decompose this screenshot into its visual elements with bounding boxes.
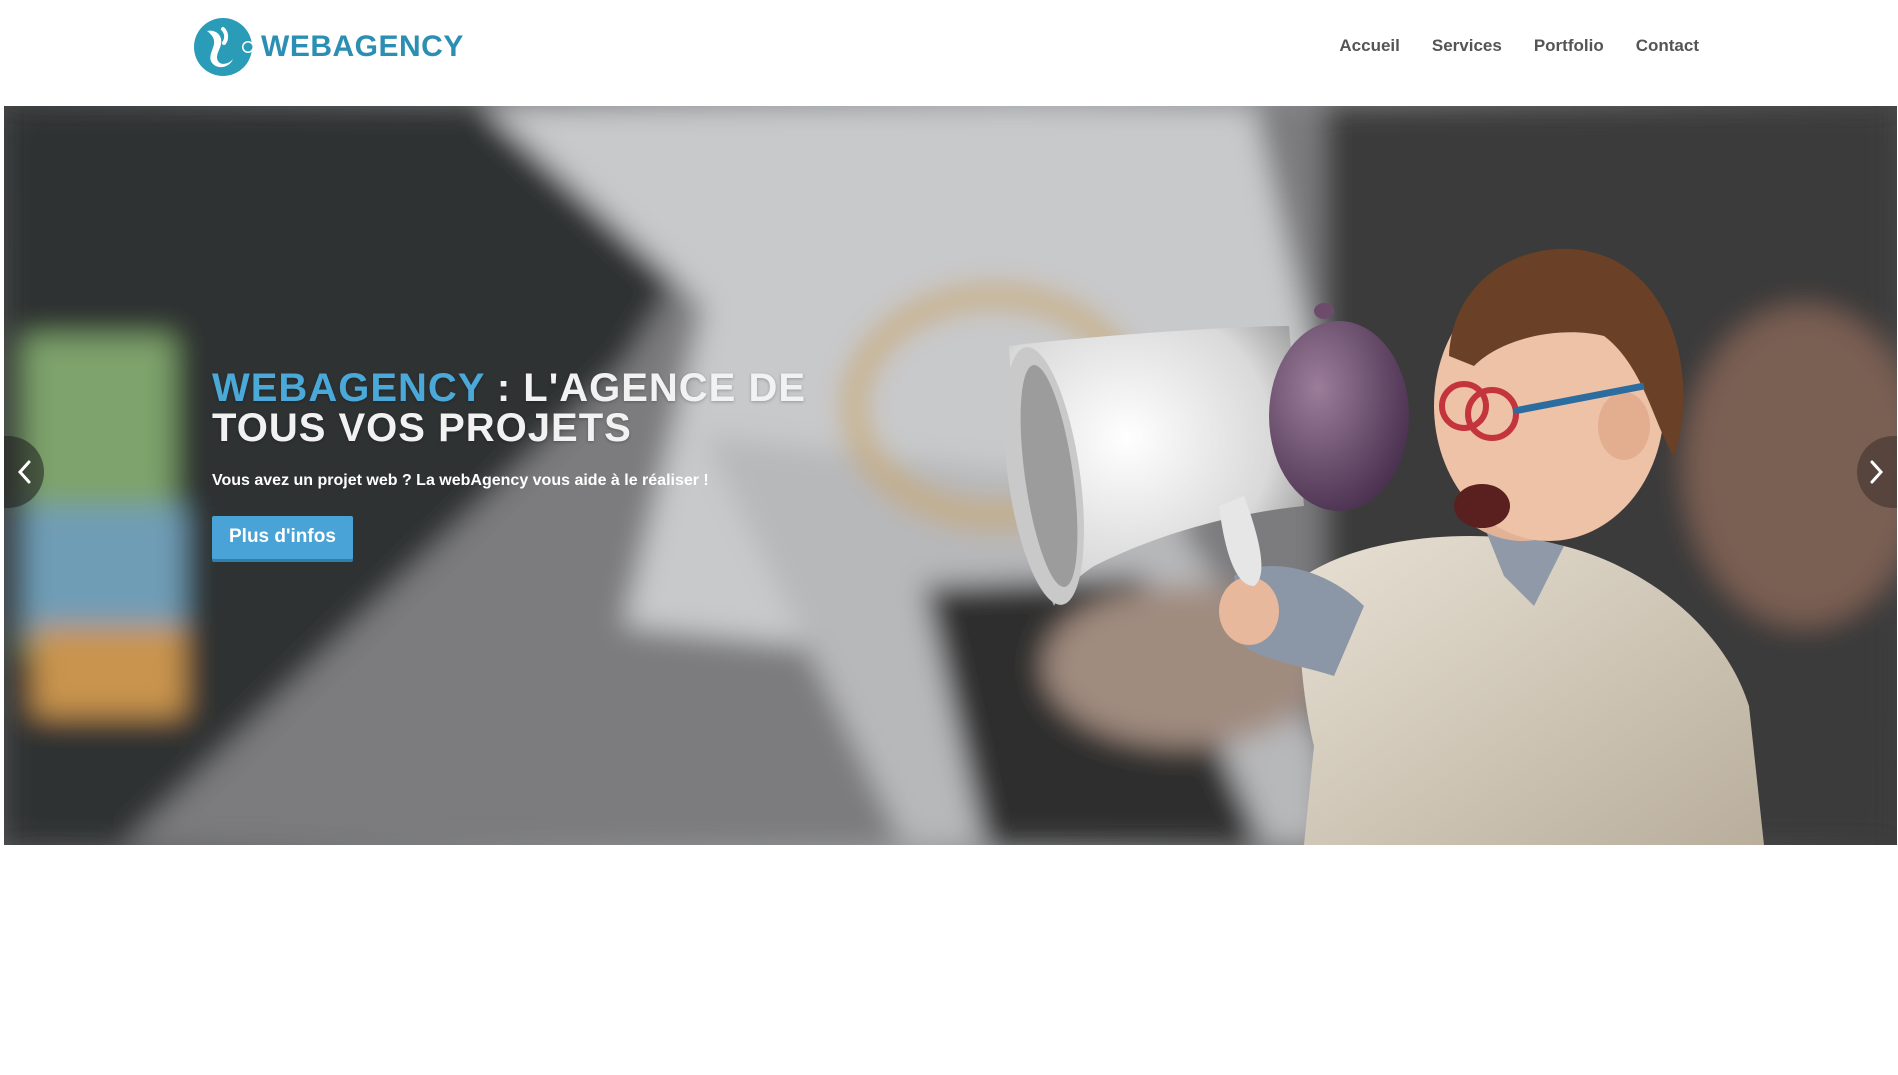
chevron-right-icon — [1870, 460, 1884, 484]
site-header: WEBAGENCY Accueil Services Portfolio Con… — [0, 0, 1898, 106]
more-info-button[interactable]: Plus d'infos — [212, 516, 353, 559]
hero-title: WEBAGENCY : L'AGENCE DE TOUS VOS PROJETS — [212, 368, 932, 448]
logo-icon — [194, 18, 253, 76]
hero-title-brand: WEBAGENCY — [212, 366, 485, 410]
hero-content: WEBAGENCY : L'AGENCE DE TOUS VOS PROJETS… — [212, 368, 932, 559]
nav-services[interactable]: Services — [1432, 36, 1502, 56]
chevron-left-icon — [17, 460, 31, 484]
hero-slider: WEBAGENCY : L'AGENCE DE TOUS VOS PROJETS… — [4, 106, 1897, 845]
hero-subtitle: Vous avez un projet web ? La webAgency v… — [212, 472, 709, 489]
nav-accueil[interactable]: Accueil — [1339, 36, 1399, 56]
logo[interactable]: WEBAGENCY — [193, 17, 464, 77]
nav-portfolio[interactable]: Portfolio — [1534, 36, 1604, 56]
logo-text: WEBAGENCY — [261, 30, 464, 63]
nav-contact[interactable]: Contact — [1636, 36, 1699, 56]
main-nav: Accueil Services Portfolio Contact — [1339, 36, 1699, 56]
